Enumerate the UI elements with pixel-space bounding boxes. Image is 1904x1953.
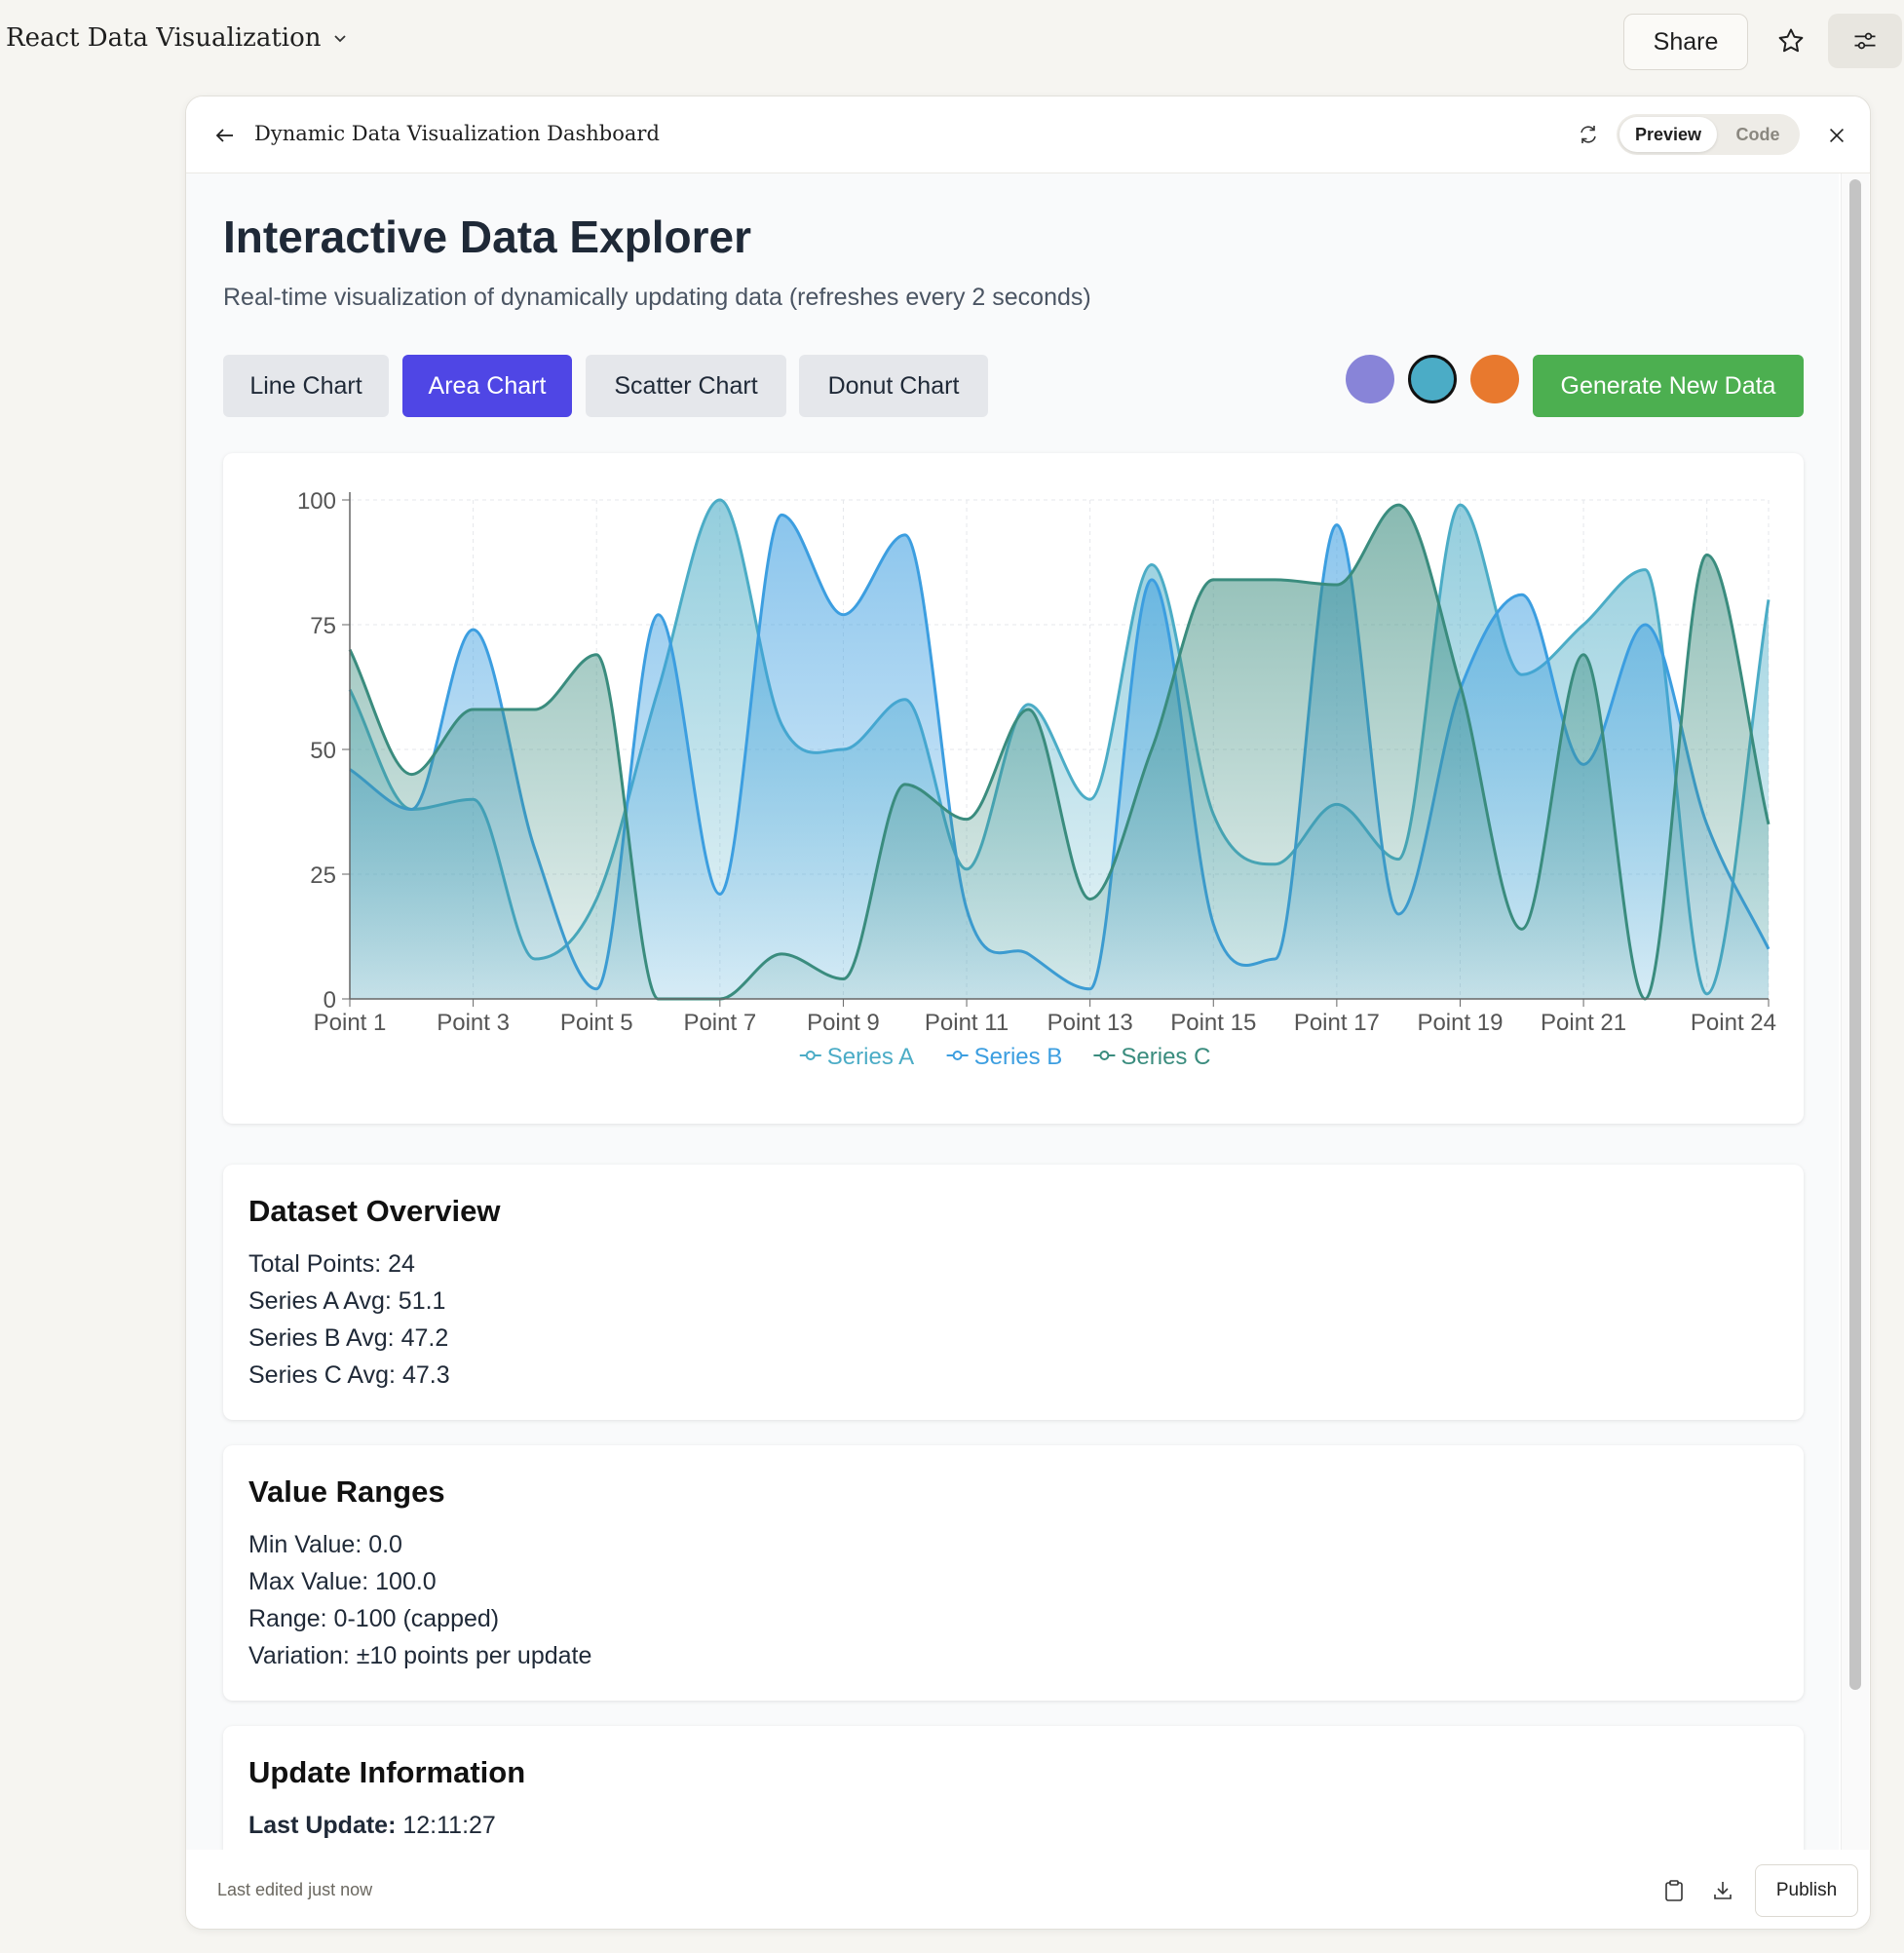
update-title: Update Information bbox=[248, 1755, 526, 1789]
clipboard-icon bbox=[1665, 1880, 1683, 1901]
last-update-label: Last Update: bbox=[248, 1812, 397, 1839]
chevron-down-icon bbox=[333, 35, 346, 43]
page-subtitle: Real-time visualization of dynamically u… bbox=[223, 284, 1091, 311]
color-swatch-orange[interactable] bbox=[1470, 355, 1519, 403]
area-chart-button[interactable]: Area Chart bbox=[402, 355, 572, 417]
legend-label: Series A bbox=[827, 1044, 914, 1070]
ranges-title: Value Ranges bbox=[248, 1474, 445, 1509]
copy-button[interactable] bbox=[1657, 1874, 1691, 1907]
scrollbar-thumb[interactable] bbox=[1849, 179, 1861, 1690]
project-title-dropdown[interactable]: React Data Visualization bbox=[6, 23, 349, 53]
donut-chart-button[interactable]: Donut Chart bbox=[799, 355, 988, 417]
x-tick-label: Point 11 bbox=[925, 1010, 1009, 1036]
code-label: Code bbox=[1735, 124, 1780, 144]
settings-button[interactable] bbox=[1828, 14, 1902, 68]
publish-button[interactable]: Publish bbox=[1755, 1864, 1858, 1917]
line-chart-label: Line Chart bbox=[249, 371, 362, 400]
close-button[interactable] bbox=[1821, 120, 1852, 151]
overview-title: Dataset Overview bbox=[248, 1194, 501, 1228]
color-swatch-blue[interactable] bbox=[1408, 355, 1457, 403]
ranges-max-value: Max Value: 100.0 bbox=[248, 1568, 437, 1595]
sliders-icon bbox=[1854, 32, 1876, 50]
x-tick-label: Point 7 bbox=[683, 1010, 756, 1036]
scatter-chart-label: Scatter Chart bbox=[614, 371, 758, 400]
project-title: React Data Visualization bbox=[6, 23, 322, 53]
chart-card: 0 25 50 75 100 Point 1 Point 3 Point 5 Point 7 Po… bbox=[223, 453, 1804, 1124]
overview-series-b-avg: Series B Avg: 47.2 bbox=[248, 1324, 449, 1352]
x-tick-label: Point 21 bbox=[1541, 1010, 1626, 1036]
x-tick-label: Point 13 bbox=[1047, 1010, 1133, 1036]
share-button[interactable]: Share bbox=[1623, 14, 1748, 70]
ranges-min-value: Min Value: 0.0 bbox=[248, 1531, 402, 1558]
publish-label: Publish bbox=[1775, 1880, 1838, 1900]
x-tick-label: Point 1 bbox=[314, 1010, 387, 1036]
dataset-overview-card: Dataset Overview Total Points: 24 Series… bbox=[223, 1165, 1804, 1420]
panel-header: Dynamic Data Visualization Dashboard Pre… bbox=[186, 96, 1870, 173]
donut-chart-label: Donut Chart bbox=[827, 371, 960, 400]
back-button[interactable] bbox=[209, 120, 241, 151]
arrow-left-icon bbox=[215, 129, 233, 142]
download-button[interactable] bbox=[1706, 1874, 1739, 1907]
artifact-panel: Dynamic Data Visualization Dashboard Pre… bbox=[185, 96, 1871, 1930]
preview-label: Preview bbox=[1634, 124, 1702, 144]
close-icon bbox=[1829, 128, 1845, 143]
area-chart-label: Area Chart bbox=[428, 371, 547, 400]
generate-data-button[interactable]: Generate New Data bbox=[1533, 355, 1804, 417]
scrollbar[interactable] bbox=[1841, 173, 1869, 1850]
value-ranges-card: Value Ranges Min Value: 0.0 Max Value: 1… bbox=[223, 1445, 1804, 1701]
legend-marker bbox=[952, 1051, 963, 1060]
view-toggle: Preview Code bbox=[1617, 114, 1800, 155]
x-tick-label: Point 24 bbox=[1691, 1010, 1776, 1036]
y-tick-label: 75 bbox=[310, 613, 336, 639]
favorite-button[interactable] bbox=[1768, 19, 1814, 62]
scatter-chart-button[interactable]: Scatter Chart bbox=[586, 355, 786, 417]
x-tick-label: Point 19 bbox=[1417, 1010, 1503, 1036]
legend-label: Series C bbox=[1121, 1044, 1210, 1070]
code-tab[interactable]: Code bbox=[1720, 117, 1796, 152]
star-icon bbox=[1778, 28, 1804, 53]
x-tick-label: Point 9 bbox=[807, 1010, 880, 1036]
x-tick-label: Point 3 bbox=[437, 1010, 510, 1036]
last-edited-text: Last edited just now bbox=[217, 1880, 373, 1899]
panel-title: Dynamic Data Visualization Dashboard bbox=[254, 122, 660, 145]
ranges-variation: Variation: ±10 points per update bbox=[248, 1642, 592, 1669]
area-chart: 0255075100Point 1 Point 3 Point 5 Point 7 Po… bbox=[297, 488, 1776, 1070]
x-tick-label: Point 17 bbox=[1294, 1010, 1380, 1036]
download-icon bbox=[1714, 1882, 1732, 1899]
ranges-range: Range: 0-100 (capped) bbox=[248, 1605, 500, 1632]
last-update-value: 12:11:27 bbox=[402, 1812, 496, 1839]
line-chart-button[interactable]: Line Chart bbox=[223, 355, 389, 417]
legend-label: Series B bbox=[974, 1044, 1063, 1070]
x-tick-label: Point 5 bbox=[560, 1010, 633, 1036]
page-title: Interactive Data Explorer bbox=[223, 211, 752, 262]
preview-content: Interactive Data Explorer Real-time visu… bbox=[186, 173, 1839, 1850]
overview-total-points: Total Points: 24 bbox=[248, 1250, 415, 1278]
refresh-icon bbox=[1580, 126, 1596, 143]
legend-marker bbox=[1099, 1051, 1110, 1060]
preview-tab[interactable]: Preview bbox=[1619, 117, 1717, 152]
legend-marker bbox=[805, 1051, 816, 1060]
y-tick-label: 100 bbox=[297, 488, 336, 515]
overview-series-a-avg: Series A Avg: 51.1 bbox=[248, 1287, 446, 1315]
refresh-button[interactable] bbox=[1572, 118, 1605, 151]
x-tick-label: Point 15 bbox=[1170, 1010, 1256, 1036]
color-swatch-purple[interactable] bbox=[1346, 355, 1394, 403]
panel-footer: Last edited just now Publish bbox=[186, 1851, 1870, 1929]
share-label: Share bbox=[1653, 27, 1719, 56]
last-update: Last Update: 12:11:27 bbox=[248, 1812, 496, 1840]
top-bar: React Data Visualization Share bbox=[0, 0, 1904, 84]
y-tick-label: 25 bbox=[310, 862, 336, 889]
overview-series-c-avg: Series C Avg: 47.3 bbox=[248, 1361, 450, 1389]
update-information-card: Update Information Last Update: 12:11:27 bbox=[223, 1726, 1804, 1850]
generate-data-label: Generate New Data bbox=[1560, 371, 1776, 400]
y-tick-label: 50 bbox=[310, 738, 336, 764]
